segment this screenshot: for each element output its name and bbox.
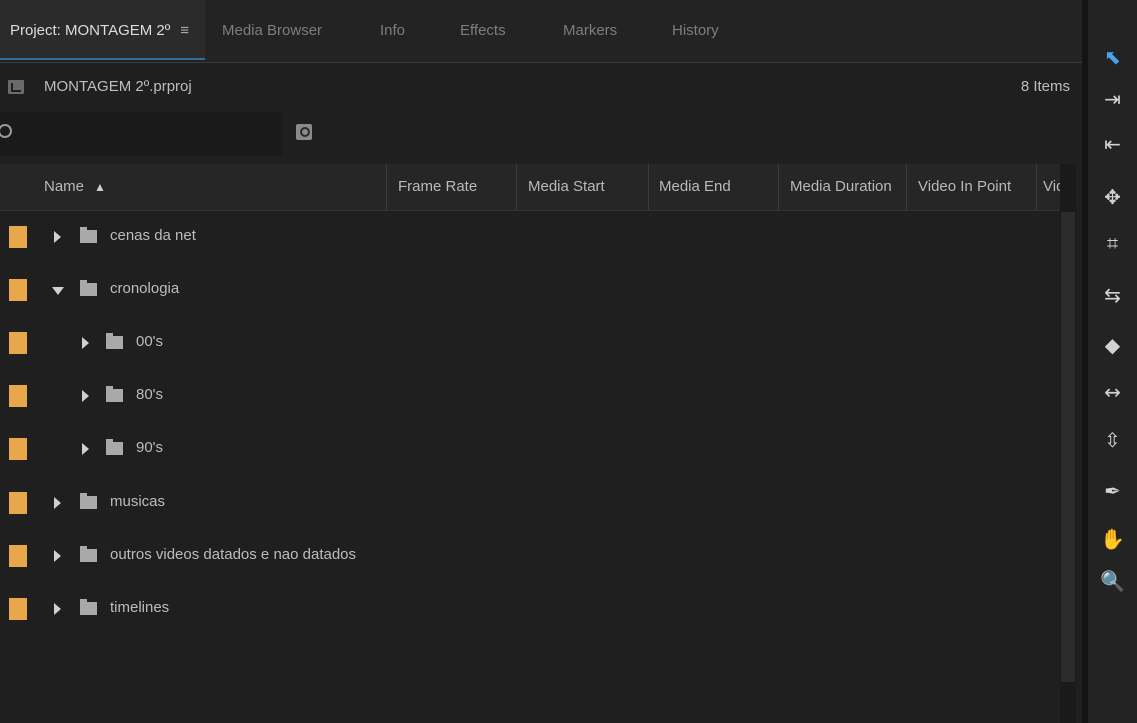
column-divider[interactable]	[778, 164, 779, 210]
column-divider[interactable]	[386, 164, 387, 210]
list-item[interactable]: 90's	[0, 424, 1060, 474]
search-input[interactable]	[16, 120, 270, 148]
column-media-end[interactable]: Media End	[659, 178, 774, 195]
disclosure-triangle-expanded-icon[interactable]	[52, 287, 64, 295]
item-name: 80's	[136, 386, 164, 403]
razor-tool-icon[interactable]: ◆	[1088, 328, 1137, 362]
selection-tool-icon[interactable]: ⬉	[1088, 40, 1137, 74]
label-color-swatch[interactable]	[9, 385, 27, 407]
list-item[interactable]: cenas da net	[0, 212, 1060, 262]
list-item[interactable]: musicas	[0, 478, 1060, 528]
folder-icon	[106, 386, 123, 402]
find-in-bin-button[interactable]	[296, 124, 312, 140]
disclosure-triangle-collapsed-icon[interactable]	[82, 443, 89, 455]
column-divider[interactable]	[648, 164, 649, 210]
tab-markers[interactable]: Markers	[563, 0, 617, 60]
disclosure-triangle-collapsed-icon[interactable]	[54, 603, 61, 615]
list-item[interactable]: 00's	[0, 318, 1060, 368]
search-bar	[0, 112, 1082, 160]
item-count: 8 Items	[1020, 78, 1070, 95]
tab-project-label: Project: MONTAGEM 2º	[10, 22, 171, 39]
vertical-scrollbar[interactable]	[1060, 164, 1076, 723]
label-color-swatch[interactable]	[9, 438, 27, 460]
item-name: cronologia	[110, 280, 180, 297]
tab-effects[interactable]: Effects	[460, 0, 506, 60]
column-name[interactable]: Name ▲	[44, 178, 374, 195]
column-media-start[interactable]: Media Start	[528, 178, 643, 195]
pen-tool-icon[interactable]: ✒	[1088, 474, 1137, 508]
column-header-row: Name ▲ Frame Rate Media Start Media End M…	[0, 164, 1060, 211]
item-name: 00's	[136, 333, 164, 350]
item-name: cenas da net	[110, 227, 196, 244]
disclosure-triangle-collapsed-icon[interactable]	[82, 337, 89, 349]
zoom-tool-icon[interactable]: 🔍	[1088, 564, 1137, 598]
hand-tool-icon[interactable]: ✋	[1088, 522, 1137, 556]
tab-history[interactable]: History	[672, 0, 719, 60]
folder-icon	[80, 599, 97, 615]
project-file-icon	[8, 80, 24, 94]
slip-tool-icon[interactable]: ↔	[1088, 375, 1137, 409]
label-color-swatch[interactable]	[9, 226, 27, 248]
tools-panel: ⬉ ⇥ ⇤ ✥ ⌗ ⇆ ◆ ↔ ⇳ ✒ ✋ 🔍	[1088, 0, 1137, 723]
column-frame-rate[interactable]: Frame Rate	[398, 178, 508, 195]
column-divider[interactable]	[516, 164, 517, 210]
list-item[interactable]: timelines	[0, 584, 1060, 634]
folder-icon	[106, 333, 123, 349]
disclosure-triangle-collapsed-icon[interactable]	[54, 231, 61, 243]
folder-icon	[80, 493, 97, 509]
label-color-swatch[interactable]	[9, 598, 27, 620]
column-name-label: Name	[44, 178, 85, 195]
label-color-swatch[interactable]	[9, 545, 27, 567]
search-icon	[0, 124, 12, 138]
tab-project[interactable]: Project: MONTAGEM 2º ≡	[0, 0, 205, 60]
column-media-duration[interactable]: Media Duration	[790, 178, 905, 195]
tab-info[interactable]: Info	[380, 0, 405, 60]
folder-icon	[80, 227, 97, 243]
column-divider[interactable]	[1036, 164, 1037, 210]
column-divider[interactable]	[906, 164, 907, 210]
item-name: outros videos datados e nao datados	[110, 546, 357, 563]
tab-media-browser[interactable]: Media Browser	[222, 0, 322, 60]
item-name: timelines	[110, 599, 170, 616]
track-select-backward-tool-icon[interactable]: ⇤	[1088, 127, 1137, 161]
column-video-truncated[interactable]: Vid	[1043, 178, 1060, 195]
panel-tab-bar: Project: MONTAGEM 2º ≡ Media Browser Info…	[0, 0, 1082, 63]
list-item[interactable]: cronologia	[0, 265, 1060, 315]
label-color-swatch[interactable]	[9, 492, 27, 514]
label-color-swatch[interactable]	[9, 332, 27, 354]
slide-tool-icon[interactable]: ⇳	[1088, 423, 1137, 457]
rate-stretch-tool-icon[interactable]: ⇆	[1088, 278, 1137, 312]
column-video-in-point[interactable]: Video In Point	[918, 178, 1033, 195]
folder-icon	[106, 439, 123, 455]
item-name: musicas	[110, 493, 166, 510]
list-item[interactable]: 80's	[0, 371, 1060, 421]
disclosure-triangle-collapsed-icon[interactable]	[54, 550, 61, 562]
folder-icon	[80, 280, 97, 296]
project-file-name: MONTAGEM 2º.prproj	[44, 78, 192, 95]
sort-ascending-icon: ▲	[94, 180, 106, 194]
disclosure-triangle-collapsed-icon[interactable]	[82, 390, 89, 402]
ripple-edit-tool-icon[interactable]: ✥	[1088, 180, 1137, 214]
disclosure-triangle-collapsed-icon[interactable]	[54, 497, 61, 509]
rolling-edit-tool-icon[interactable]: ⌗	[1088, 226, 1137, 260]
panel-menu-icon[interactable]: ≡	[180, 22, 189, 39]
item-name: 90's	[136, 439, 164, 456]
folder-icon	[80, 546, 97, 562]
list-item[interactable]: outros videos datados e nao datados	[0, 531, 1060, 581]
scrollbar-thumb[interactable]	[1061, 212, 1075, 682]
label-color-swatch[interactable]	[9, 279, 27, 301]
track-select-forward-tool-icon[interactable]: ⇥	[1088, 82, 1137, 116]
project-header: MONTAGEM 2º.prproj 8 Items	[0, 64, 1082, 110]
search-field[interactable]	[0, 112, 282, 156]
